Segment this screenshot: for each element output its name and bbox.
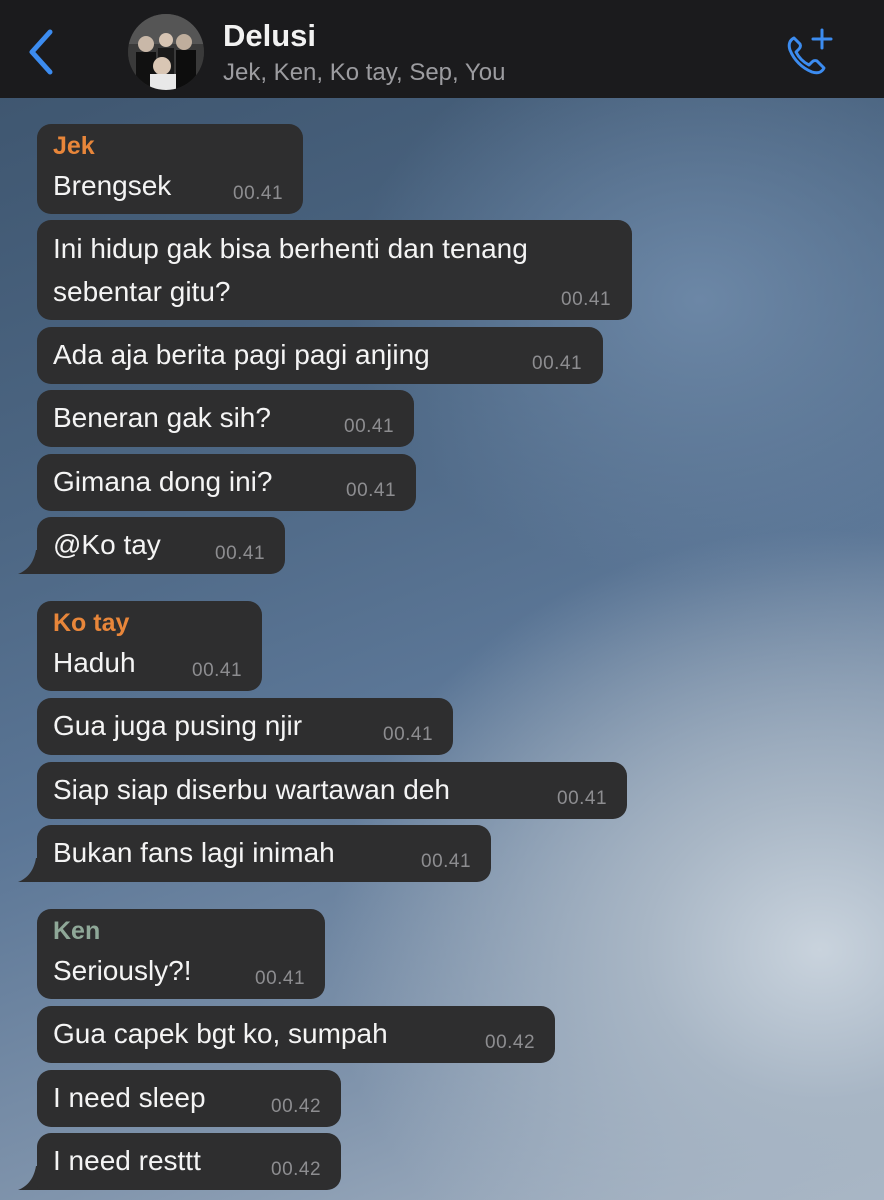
message-bubble[interactable]: I need resttt 00.42 bbox=[37, 1133, 341, 1190]
chevron-left-icon[interactable] bbox=[22, 26, 62, 78]
message-bubble[interactable]: Gua capek bgt ko, sumpah 00.42 bbox=[37, 1006, 555, 1063]
message-text: Gua capek bgt ko, sumpah bbox=[53, 1018, 388, 1049]
group-avatar[interactable] bbox=[128, 14, 204, 90]
message-time: 00.41 bbox=[421, 851, 472, 872]
message-bubble[interactable]: Jek Brengsek 00.41 bbox=[37, 124, 303, 214]
message-time: 00.42 bbox=[271, 1159, 322, 1180]
message-time: 00.41 bbox=[255, 968, 306, 989]
message-bubble[interactable]: Ken Seriously?! 00.41 bbox=[37, 909, 325, 999]
message-time: 00.42 bbox=[485, 1032, 536, 1053]
sender-name: Jek bbox=[53, 132, 95, 160]
message-text: Beneran gak sih? bbox=[53, 402, 271, 433]
message-text: I need resttt bbox=[53, 1145, 201, 1176]
message-text: Bukan fans lagi inimah bbox=[53, 837, 335, 868]
message-text: Brengsek bbox=[53, 170, 172, 201]
sender-name: Ko tay bbox=[53, 609, 130, 637]
message-text: Gua juga pusing njir bbox=[53, 710, 303, 741]
message-time: 00.41 bbox=[233, 183, 284, 204]
message-bubble[interactable]: Ko tay Haduh 00.41 bbox=[37, 601, 262, 691]
chat-header: Delusi Jek, Ken, Ko tay, Sep, You bbox=[0, 0, 884, 98]
message-bubble[interactable]: Siap siap diserbu wartawan deh 00.41 bbox=[37, 762, 627, 819]
message-time: 00.42 bbox=[271, 1096, 322, 1117]
message-bubble[interactable]: Gua juga pusing njir 00.41 bbox=[37, 698, 453, 755]
chat-title[interactable]: Delusi bbox=[223, 18, 316, 54]
message-text: I need sleep bbox=[53, 1082, 206, 1113]
message-time: 00.41 bbox=[344, 416, 395, 437]
chat-members: Jek, Ken, Ko tay, Sep, You bbox=[223, 59, 506, 86]
message-text: Seriously?! bbox=[53, 955, 192, 986]
message-text: Siap siap diserbu wartawan deh bbox=[53, 774, 450, 805]
message-bubble[interactable]: @Ko tay 00.41 bbox=[37, 517, 285, 574]
message-time: 00.41 bbox=[192, 660, 243, 681]
phone-plus-icon[interactable] bbox=[782, 26, 838, 80]
message-time: 00.41 bbox=[557, 788, 608, 809]
message-time: 00.41 bbox=[346, 480, 397, 501]
message-bubble[interactable]: Ada aja berita pagi pagi anjing 00.41 bbox=[37, 327, 603, 384]
message-bubble[interactable]: Beneran gak sih? 00.41 bbox=[37, 390, 414, 447]
message-bubble[interactable]: Gimana dong ini? 00.41 bbox=[37, 454, 416, 511]
message-text: Ini hidup gak bisa berhenti dan tenang s… bbox=[53, 233, 528, 307]
message-text: @Ko tay bbox=[53, 529, 161, 560]
message-time: 00.41 bbox=[383, 724, 434, 745]
message-bubble[interactable]: I need sleep 00.42 bbox=[37, 1070, 341, 1127]
message-text: Ada aja berita pagi pagi anjing bbox=[53, 339, 430, 370]
message-text: Haduh bbox=[53, 647, 136, 678]
message-text: Gimana dong ini? bbox=[53, 466, 273, 497]
sender-name: Ken bbox=[53, 917, 101, 945]
message-bubble[interactable]: Bukan fans lagi inimah 00.41 bbox=[37, 825, 491, 882]
message-time: 00.41 bbox=[532, 353, 583, 374]
message-time: 00.41 bbox=[215, 543, 266, 564]
message-bubble[interactable]: Ini hidup gak bisa berhenti dan tenang s… bbox=[37, 220, 632, 320]
message-time: 00.41 bbox=[561, 289, 612, 310]
